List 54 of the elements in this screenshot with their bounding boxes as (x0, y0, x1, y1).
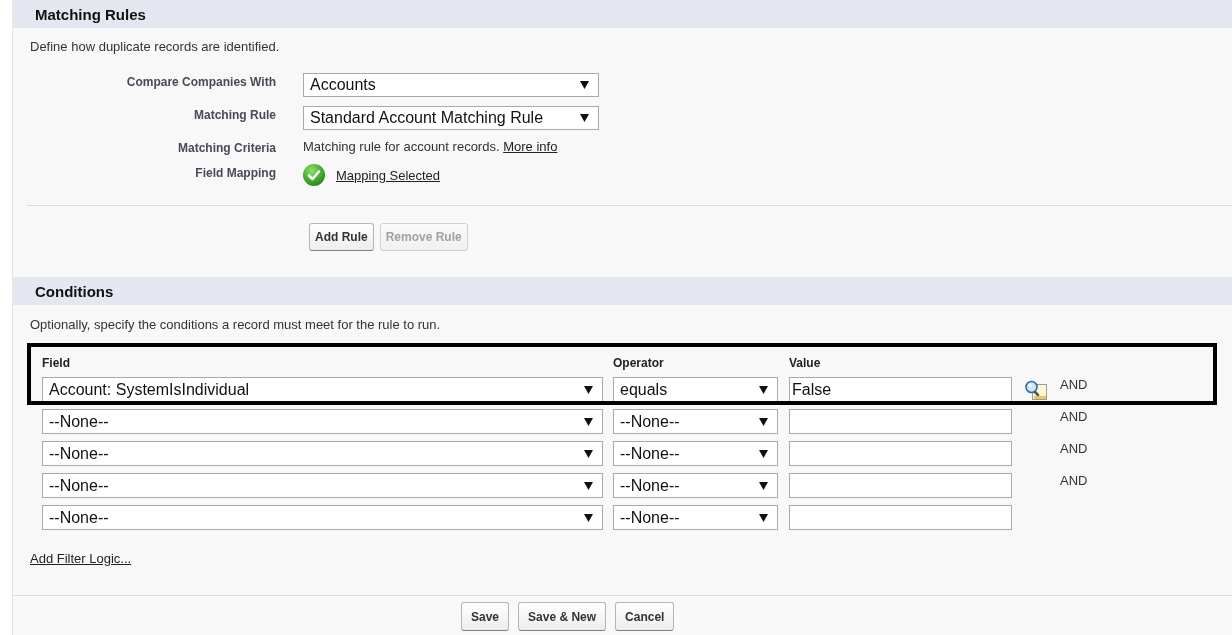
field-dropdown[interactable]: --None-- (42, 441, 603, 466)
dropdown[interactable]: Accounts (303, 73, 599, 97)
column-header: Field (42, 356, 70, 370)
caret-icon (580, 114, 589, 122)
caret-icon (584, 417, 593, 426)
conjunction-label: AND (1060, 377, 1088, 393)
field-label: Matching Criteria (178, 141, 276, 155)
value-field[interactable] (789, 473, 1012, 498)
section-description: Optionally, specify the conditions a record must meet for the rule to run. (30, 317, 441, 333)
conjunction-label: AND (1060, 441, 1088, 457)
more-info-link[interactable]: More info (503, 139, 558, 154)
caret-icon (759, 385, 768, 394)
field-dropdown[interactable]: --None-- (42, 409, 603, 434)
value-field[interactable] (789, 441, 1012, 466)
footer-button[interactable]: Cancel (615, 602, 675, 631)
operator-dropdown[interactable]: equals (613, 377, 778, 402)
field-label: Field Mapping (195, 166, 276, 180)
caret-icon (584, 449, 593, 458)
caret-icon (580, 81, 589, 89)
section-title: Conditions (35, 282, 114, 300)
field-label: Matching Rule (194, 108, 276, 122)
check-circle-icon (303, 164, 325, 186)
column-header: Operator (613, 356, 664, 370)
dropdown[interactable]: Standard Account Matching Rule (303, 106, 599, 130)
operator-dropdown[interactable]: --None-- (613, 409, 778, 434)
filter-logic-link[interactable]: Add Filter Logic... (30, 551, 132, 567)
caret-icon (759, 481, 768, 490)
operator-dropdown[interactable]: --None-- (613, 441, 778, 466)
operator-dropdown[interactable]: --None-- (613, 473, 778, 498)
caret-icon (584, 481, 593, 490)
section-title: Matching Rules (35, 5, 146, 23)
rule-button[interactable]: Add Rule (309, 223, 374, 251)
value-field[interactable] (789, 409, 1012, 434)
caret-icon (759, 417, 768, 426)
conjunction-label: AND (1060, 409, 1088, 425)
section-description: Define how duplicate records are identified. (30, 39, 280, 55)
value-field[interactable]: False (789, 377, 1012, 402)
criteria-text: Matching rule for account records. More info (303, 139, 558, 155)
conjunction-label: AND (1060, 473, 1088, 489)
value-field[interactable] (789, 505, 1012, 530)
field-dropdown[interactable]: --None-- (42, 473, 603, 498)
footer-button[interactable]: Save & New (518, 602, 607, 631)
caret-icon (759, 449, 768, 458)
caret-icon (584, 385, 593, 394)
column-header: Value (789, 356, 821, 370)
footer-button[interactable]: Save (461, 602, 510, 631)
caret-icon (584, 513, 593, 522)
field-dropdown[interactable]: --None-- (42, 505, 603, 530)
mapping-link[interactable]: Mapping Selected (336, 167, 441, 183)
operator-dropdown[interactable]: --None-- (613, 505, 778, 530)
field-dropdown[interactable]: Account: SystemIsIndividual (42, 377, 603, 402)
caret-icon (759, 513, 768, 522)
search-icon[interactable] (1025, 380, 1047, 400)
field-label: Compare Companies With (126, 75, 276, 89)
